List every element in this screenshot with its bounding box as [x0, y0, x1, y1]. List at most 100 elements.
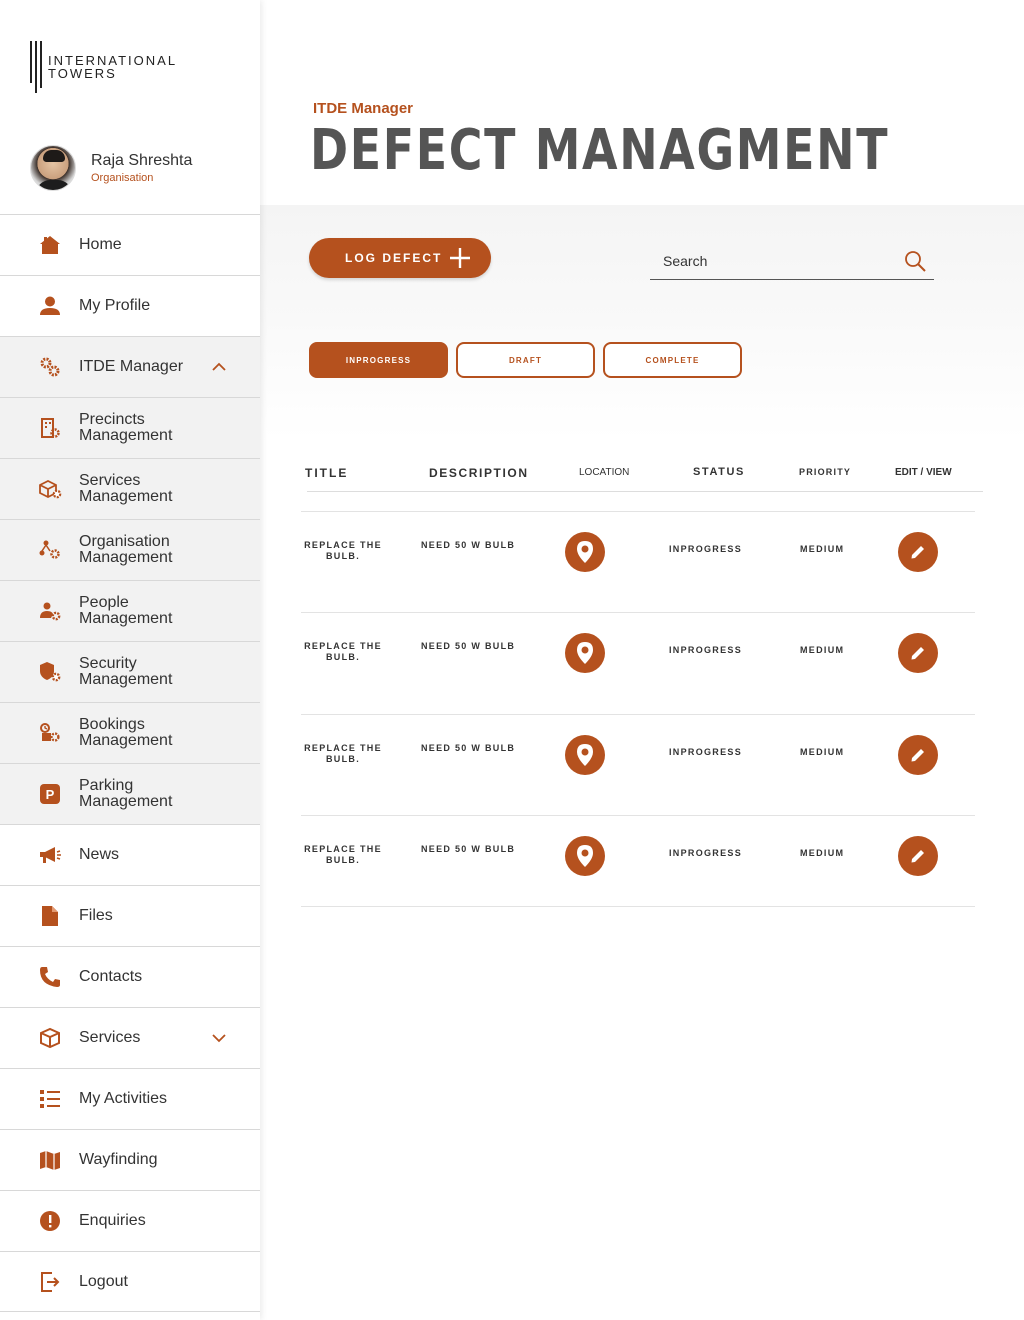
sidebar-item-services-management[interactable]: Services Management [0, 458, 260, 519]
toolbar-background [260, 200, 1024, 440]
location-button[interactable] [565, 633, 605, 673]
pencil-icon [911, 749, 924, 762]
shield-gear-icon [38, 660, 62, 684]
sidebar-item-label: My Profile [79, 297, 151, 314]
page-title: DEFECT MANAGMENT [310, 118, 890, 183]
map-pin-icon [577, 541, 593, 563]
column-header-priority: PRIORITY [799, 467, 852, 477]
profile-org: Organisation [91, 172, 154, 184]
sidebar-item-security[interactable]: Security Management [0, 641, 260, 702]
brand-logo[interactable]: INTERNATIONAL TOWERS [30, 40, 177, 94]
row-status: INPROGRESS [669, 544, 743, 554]
sidebar-item-label: Enquiries [79, 1212, 146, 1229]
column-header-status: STATUS [693, 466, 745, 478]
sidebar-item-enquiries[interactable]: Enquiries [0, 1190, 260, 1251]
edit-button[interactable] [898, 836, 938, 876]
logo-bars-icon [30, 41, 42, 93]
header-divider [307, 491, 983, 492]
home-icon [38, 233, 62, 257]
search-input[interactable] [650, 243, 890, 279]
sidebar-item-my-activities[interactable]: My Activities [0, 1068, 260, 1129]
row-title: REPLACE THE BULB. [304, 540, 382, 561]
sidebar-item-logout[interactable]: Logout [0, 1251, 260, 1312]
page-subtitle: ITDE Manager [313, 100, 414, 117]
tab-inprogress[interactable]: INPROGRESS [309, 342, 448, 378]
sidebar-item-contacts[interactable]: Contacts [0, 946, 260, 1007]
map-pin-icon [577, 744, 593, 766]
sidebar-item-label: Security Management [79, 655, 173, 688]
table-row: REPLACE THE BULB. NEED 50 W BULB INPROGR… [301, 714, 975, 806]
sidebar-item-precincts[interactable]: Precincts Management [0, 397, 260, 458]
column-header-edit-view: EDIT / VIEW [895, 467, 952, 478]
sidebar-item-label: Home [79, 236, 122, 253]
log-defect-button[interactable]: LOG DEFECT [309, 238, 491, 278]
sidebar-item-itde-manager[interactable]: ITDE Manager [0, 336, 260, 397]
user-profile[interactable]: Raja Shreshta Organisation [30, 145, 192, 191]
row-title: REPLACE THE BULB. [304, 641, 382, 662]
table-row: REPLACE THE BULB. NEED 50 W BULB INPROGR… [301, 612, 975, 704]
row-description: NEED 50 W BULB [421, 641, 516, 651]
row-description: NEED 50 W BULB [421, 743, 516, 753]
alert-icon [38, 1209, 62, 1233]
row-description: NEED 50 W BULB [421, 844, 516, 854]
row-title: REPLACE THE BULB. [304, 844, 382, 865]
location-button[interactable] [565, 532, 605, 572]
sidebar-item-organisation[interactable]: Organisation Management [0, 519, 260, 580]
row-priority: MEDIUM [800, 848, 845, 858]
sidebar-item-wayfinding[interactable]: Wayfinding [0, 1129, 260, 1190]
pencil-icon [911, 546, 924, 559]
map-pin-icon [577, 845, 593, 867]
plus-icon [449, 247, 471, 269]
edit-button[interactable] [898, 735, 938, 775]
chevron-up-icon[interactable] [212, 360, 226, 374]
megaphone-icon [38, 843, 62, 867]
gears-icon [38, 355, 62, 379]
location-button[interactable] [565, 735, 605, 775]
sidebar-item-parking[interactable]: P Parking Management [0, 763, 260, 824]
tab-complete[interactable]: COMPLETE [603, 342, 742, 378]
sidebar-item-label: Organisation Management [79, 533, 173, 566]
log-defect-label: LOG DEFECT [345, 251, 443, 265]
sidebar-item-label: Logout [79, 1272, 128, 1290]
edit-button[interactable] [898, 532, 938, 572]
sidebar-item-label: Files [79, 907, 113, 924]
parking-icon: P [38, 782, 62, 806]
sidebar-item-bookings[interactable]: Bookings Management [0, 702, 260, 763]
sidebar-nav: Home My Profile ITDE Manager Precincts M… [0, 214, 260, 1312]
box-gear-icon [38, 477, 62, 501]
sidebar-item-services[interactable]: Services [0, 1007, 260, 1068]
search-icon[interactable] [904, 250, 926, 272]
people-gear-icon [38, 599, 62, 623]
avatar [30, 145, 76, 191]
tab-draft[interactable]: DRAFT [456, 342, 595, 378]
building-gear-icon [38, 416, 62, 440]
phone-icon [38, 965, 62, 989]
map-pin-icon [577, 642, 593, 664]
edit-button[interactable] [898, 633, 938, 673]
file-icon [38, 904, 62, 928]
bookings-gear-icon [38, 721, 62, 745]
row-status: INPROGRESS [669, 848, 743, 858]
location-button[interactable] [565, 836, 605, 876]
sidebar-item-home[interactable]: Home [0, 214, 260, 275]
pencil-icon [911, 647, 924, 660]
sidebar-item-label: People Management [79, 594, 173, 627]
sidebar-item-label: Wayfinding [79, 1151, 158, 1168]
sidebar-item-label: Services Management [79, 472, 173, 505]
pencil-icon [911, 850, 924, 863]
sidebar-item-news[interactable]: News [0, 824, 260, 885]
sidebar-item-my-profile[interactable]: My Profile [0, 275, 260, 336]
status-tabs: INPROGRESS DRAFT COMPLETE [309, 342, 742, 378]
row-priority: MEDIUM [800, 544, 845, 554]
sidebar-item-label: My Activities [79, 1090, 168, 1107]
row-priority: MEDIUM [800, 747, 845, 757]
sidebar-item-label: Parking Management [79, 777, 173, 810]
chevron-down-icon[interactable] [212, 1031, 226, 1045]
sidebar-item-label: News [79, 846, 120, 863]
sidebar-item-files[interactable]: Files [0, 885, 260, 946]
table-bottom-divider [301, 906, 975, 907]
profile-name: Raja Shreshta [91, 152, 193, 169]
column-header-title: TITLE [305, 466, 349, 480]
sidebar-item-people[interactable]: People Management [0, 580, 260, 641]
sidebar-item-label: ITDE Manager [79, 358, 184, 375]
